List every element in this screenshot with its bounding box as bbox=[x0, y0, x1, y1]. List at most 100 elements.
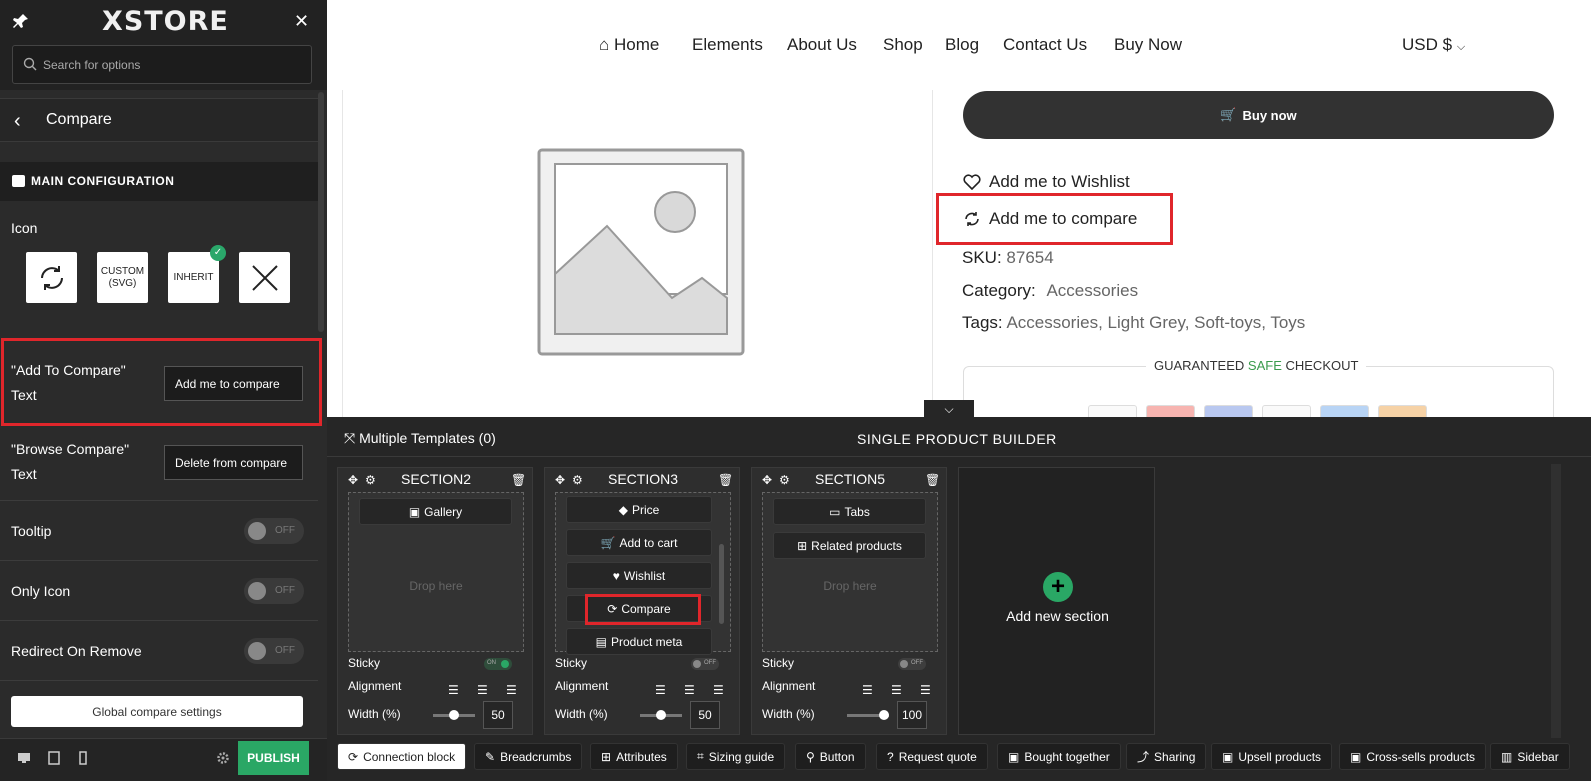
add-new-section[interactable]: + Add new section bbox=[958, 467, 1155, 735]
publish-button[interactable]: PUBLISH bbox=[238, 741, 309, 775]
nav-about-us[interactable]: About Us bbox=[787, 35, 857, 55]
align-left-icon[interactable]: ☰ bbox=[655, 683, 666, 697]
panel-footer: PUBLISH bbox=[0, 738, 327, 781]
add-new-section-label: Add new section bbox=[1006, 608, 1109, 624]
icon-option-refresh[interactable] bbox=[26, 252, 77, 303]
browse-compare-field[interactable]: Delete from compare bbox=[164, 445, 303, 480]
nav-blog[interactable]: Blog bbox=[945, 35, 979, 55]
block-wishlist[interactable]: ♥ Wishlist bbox=[566, 562, 712, 589]
multiple-templates[interactable]: ⤧ Multiple Templates (0) bbox=[344, 430, 496, 447]
block-related-products[interactable]: ⊞ Related products bbox=[773, 532, 926, 559]
width-slider[interactable] bbox=[847, 710, 889, 720]
currency-switcher[interactable]: USD $ ⌵ bbox=[1402, 35, 1465, 55]
chip-bought-together[interactable]: ▣ Bought together bbox=[997, 743, 1121, 770]
chip-button[interactable]: ⚲ Button bbox=[795, 743, 866, 770]
chevron-down-icon[interactable]: ⌵ bbox=[924, 400, 974, 418]
panel-scrollbar[interactable] bbox=[318, 92, 324, 332]
block-gallery[interactable]: ▣ Gallery bbox=[359, 498, 512, 525]
desktop-icon[interactable] bbox=[17, 751, 31, 765]
wishlist-label: Add me to Wishlist bbox=[989, 172, 1130, 191]
share-icon: ⤴ bbox=[1137, 750, 1150, 764]
builder-scrollbar[interactable] bbox=[1551, 464, 1561, 738]
redirect-on-remove-toggle[interactable]: OFF bbox=[244, 638, 304, 664]
add-to-compare-label: "Add To Compare" bbox=[11, 362, 126, 378]
section-scrollbar[interactable] bbox=[719, 544, 724, 624]
gear-icon[interactable] bbox=[216, 751, 230, 765]
sitemap-icon: ⊞ bbox=[601, 749, 612, 764]
wishlist-link[interactable]: Add me to Wishlist bbox=[963, 172, 1130, 192]
bag-icon: ▣ bbox=[1008, 749, 1020, 764]
search-input[interactable] bbox=[43, 54, 303, 76]
nav-shop[interactable]: Shop bbox=[883, 35, 923, 55]
category-row: Category: Accessories bbox=[962, 281, 1138, 301]
cart-icon: 🛒 bbox=[600, 535, 616, 550]
width-slider[interactable] bbox=[640, 710, 682, 720]
home-icon: ⌂ bbox=[599, 35, 610, 54]
chip-cross-sells-products[interactable]: ▣ Cross-sells products bbox=[1339, 743, 1487, 770]
connection-icon: ⟳ bbox=[348, 749, 359, 764]
sticky-toggle[interactable]: OFF bbox=[691, 658, 719, 670]
bag-icon: ▣ bbox=[1350, 749, 1362, 764]
multiple-templates-label: Multiple Templates (0) bbox=[359, 430, 496, 446]
refresh-icon bbox=[40, 265, 63, 290]
width-input[interactable]: 50 bbox=[483, 701, 513, 729]
width-input[interactable]: 100 bbox=[897, 701, 927, 729]
trash-icon[interactable]: 🗑 bbox=[718, 473, 733, 487]
width-slider[interactable] bbox=[433, 710, 475, 720]
nav-buy-now[interactable]: Buy Now bbox=[1114, 35, 1182, 55]
close-icon[interactable]: ✕ bbox=[294, 11, 309, 32]
nav-elements[interactable]: Elements bbox=[692, 35, 763, 55]
tooltip-toggle[interactable]: OFF bbox=[244, 518, 304, 544]
sticky-toggle[interactable]: OFF bbox=[898, 658, 926, 670]
icon-option-none[interactable] bbox=[239, 252, 290, 303]
block-tabs[interactable]: ▭ Tabs bbox=[773, 498, 926, 525]
chip-connection-block[interactable]: ⟳ Connection block bbox=[337, 743, 467, 770]
block-add-to-cart[interactable]: 🛒 Add to cart bbox=[566, 529, 712, 556]
align-right-icon[interactable]: ☰ bbox=[920, 683, 931, 697]
section-card: ✥ ⚙ SECTION3 🗑 ◆ Price 🛒 Add to cart ♥ Wish… bbox=[544, 467, 740, 735]
close-icon bbox=[251, 264, 278, 291]
chip-request-quote[interactable]: ? Request quote bbox=[876, 743, 988, 770]
tablet-icon[interactable] bbox=[47, 751, 61, 765]
options-search[interactable] bbox=[12, 45, 312, 84]
chip-sidebar[interactable]: ▥ Sidebar bbox=[1490, 743, 1570, 770]
divider bbox=[342, 90, 343, 417]
mobile-icon[interactable] bbox=[76, 751, 90, 765]
sticky-toggle[interactable]: ON bbox=[484, 658, 512, 670]
align-right-icon[interactable]: ☰ bbox=[713, 683, 724, 697]
chip-sharing[interactable]: ⤴ Sharing bbox=[1126, 743, 1207, 770]
trash-icon[interactable]: 🗑 bbox=[511, 473, 526, 487]
icon-option-inherit[interactable]: INHERIT bbox=[168, 252, 219, 303]
align-center-icon[interactable]: ☰ bbox=[891, 683, 902, 697]
align-center-icon[interactable]: ☰ bbox=[684, 683, 695, 697]
icon-option-custom-svg[interactable]: CUSTOM (SVG) bbox=[97, 252, 148, 303]
category-link[interactable]: Accessories bbox=[1046, 281, 1138, 300]
align-center-icon[interactable]: ☰ bbox=[477, 683, 488, 697]
chip-upsell-products[interactable]: ▣ Upsell products bbox=[1211, 743, 1333, 770]
pin-icon[interactable] bbox=[12, 12, 30, 30]
tags-links[interactable]: Accessories, Light Grey, Soft-toys, Toys bbox=[1006, 313, 1305, 332]
divider bbox=[0, 680, 318, 681]
branch-icon: ⤧ bbox=[344, 430, 356, 446]
safe-checkout-title: GUARANTEED SAFE CHECKOUT bbox=[1146, 358, 1367, 373]
align-right-icon[interactable]: ☰ bbox=[506, 683, 517, 697]
align-left-icon[interactable]: ☰ bbox=[862, 683, 873, 697]
chip-sizing-guide[interactable]: ⌗ Sizing guide bbox=[686, 743, 786, 770]
only-icon-toggle[interactable]: OFF bbox=[244, 578, 304, 604]
nav-home[interactable]: ⌂ Home bbox=[599, 35, 659, 55]
width-input[interactable]: 50 bbox=[690, 701, 720, 729]
browse-compare-label: "Browse Compare" bbox=[11, 441, 130, 457]
global-compare-settings-button[interactable]: Global compare settings bbox=[11, 696, 303, 727]
trash-icon[interactable]: 🗑 bbox=[925, 473, 940, 487]
align-left-icon[interactable]: ☰ bbox=[448, 683, 459, 697]
block-product-meta[interactable]: ▤ Product meta bbox=[566, 628, 712, 655]
back-arrow-icon[interactable]: ‹ bbox=[14, 110, 21, 133]
highlight-box bbox=[936, 193, 1173, 245]
chip-breadcrumbs[interactable]: ✎ Breadcrumbs bbox=[474, 743, 583, 770]
nav-contact-us[interactable]: Contact Us bbox=[1003, 35, 1087, 55]
chip-attributes[interactable]: ⊞ Attributes bbox=[590, 743, 678, 770]
buy-now-button[interactable]: 🛒 Buy now bbox=[963, 91, 1554, 139]
add-to-compare-field[interactable]: Add me to compare bbox=[164, 366, 303, 401]
section-title: SECTION3 bbox=[607, 471, 678, 487]
block-price[interactable]: ◆ Price bbox=[566, 496, 712, 523]
